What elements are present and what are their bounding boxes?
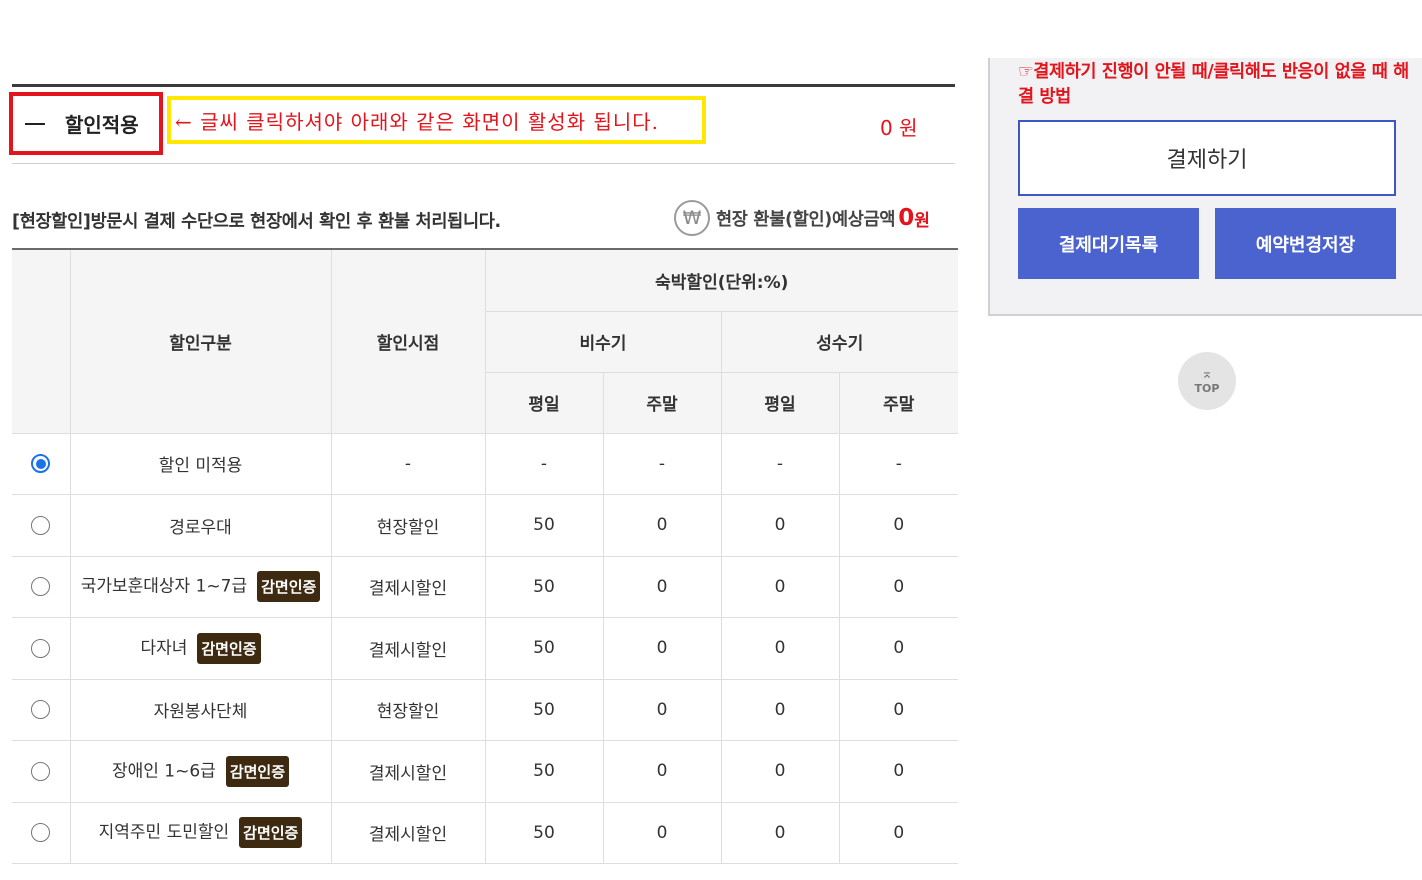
divider: [12, 163, 955, 164]
rate-peak-weekend: 0: [839, 494, 959, 557]
discount-timing: 결제시할인: [331, 740, 486, 803]
discount-table: 할인구분 할인시점 숙박할인(단위:%) 비수기 성수기 평일 주말 평일 주말…: [12, 250, 959, 864]
rate-off-weekday: 50: [485, 802, 604, 864]
reduction-cert-badge[interactable]: 감면인증: [257, 571, 321, 603]
table-row[interactable]: 국가보훈대상자 1~7급 감면인증 결제시할인 50 0 0 0: [12, 556, 959, 618]
header-off-weekend: 주말: [603, 372, 722, 434]
discount-timing: -: [331, 433, 486, 495]
reduction-cert-badge[interactable]: 감면인증: [197, 632, 261, 664]
rate-off-weekday: 50: [485, 556, 604, 618]
discount-name: 다자녀: [140, 638, 188, 659]
rate-off-weekday: 50: [485, 679, 604, 741]
discount-radio[interactable]: [31, 638, 51, 658]
discount-name: 할인 미적용: [70, 433, 332, 495]
won-icon: ₩: [674, 200, 710, 236]
table-row[interactable]: 경로우대 현장할인 50 0 0 0: [12, 494, 959, 557]
header-peak-season: 성수기: [721, 311, 959, 373]
header-peak-weekday: 평일: [721, 372, 840, 434]
reduction-cert-badge[interactable]: 감면인증: [239, 817, 303, 849]
header-discount-type: 할인구분: [70, 250, 332, 434]
rate-off-weekend: 0: [603, 494, 722, 557]
rate-off-weekend: 0: [603, 679, 722, 741]
top-label: TOP: [1194, 381, 1220, 395]
discount-name: 국가보훈대상자 1~7급: [80, 576, 248, 597]
rate-peak-weekday: -: [721, 433, 840, 495]
discount-name: 지역주민 도민할인: [98, 822, 230, 843]
rate-off-weekday: 50: [485, 617, 604, 680]
rate-peak-weekend: 0: [839, 679, 959, 741]
rate-off-weekend: 0: [603, 556, 722, 618]
discount-timing: 결제시할인: [331, 556, 486, 618]
section-top-rule: [12, 84, 955, 87]
table-row[interactable]: 장애인 1~6급 감면인증 결제시할인 50 0 0 0: [12, 740, 959, 803]
reduction-cert-badge[interactable]: 감면인증: [225, 755, 290, 787]
table-row[interactable]: 다자녀 감면인증 결제시할인 50 0 0 0: [12, 617, 959, 680]
discount-timing: 현장할인: [331, 494, 486, 557]
discount-price: 0 원: [880, 116, 918, 140]
discount-name: 자원봉사단체: [70, 679, 332, 741]
table-row[interactable]: 할인 미적용 - - - - -: [12, 433, 959, 495]
rate-off-weekday: 50: [485, 494, 604, 557]
discount-radio[interactable]: [31, 761, 51, 781]
payment-help-link[interactable]: ☞결제하기 진행이 안될 때/클릭해도 반응이 없을 때 해결 방법: [1018, 60, 1413, 110]
discount-timing: 결제시할인: [331, 617, 486, 680]
rate-peak-weekend: 0: [839, 556, 959, 618]
rate-off-weekend: 0: [603, 740, 722, 803]
scroll-top-button[interactable]: ⌅ TOP: [1178, 352, 1236, 410]
annotation-text: ← 글씨 클릭하셔야 아래와 같은 화면이 활성화 됩니다.: [175, 109, 660, 134]
rate-peak-weekday: 0: [721, 802, 840, 864]
rate-peak-weekend: 0: [839, 740, 959, 803]
header-select: [12, 250, 71, 434]
collapse-dash-icon: [25, 122, 45, 125]
rate-peak-weekday: 0: [721, 494, 840, 557]
rate-peak-weekday: 0: [721, 679, 840, 741]
rate-peak-weekday: 0: [721, 556, 840, 618]
rate-off-weekend: 0: [603, 802, 722, 864]
refund-label: 현장 환불(할인)예상금액: [716, 209, 896, 230]
discount-apply-toggle[interactable]: 할인적용: [9, 92, 163, 155]
discount-radio[interactable]: [31, 700, 51, 720]
table-row[interactable]: 지역주민 도민할인 감면인증 결제시할인 50 0 0 0: [12, 802, 959, 864]
discount-radio-selected[interactable]: [31, 454, 51, 474]
payment-wait-list-button[interactable]: 결제대기목록: [1018, 208, 1199, 279]
onsite-discount-note: [현장할인]방문시 결제 수단으로 현장에서 확인 후 환불 처리됩니다.: [12, 212, 501, 232]
header-off-season: 비수기: [485, 311, 722, 373]
discount-timing: 현장할인: [331, 679, 486, 741]
discount-apply-label: 할인적용: [65, 113, 139, 137]
annotation-box: ← 글씨 클릭하셔야 아래와 같은 화면이 활성화 됩니다.: [167, 96, 706, 144]
header-off-weekday: 평일: [485, 372, 604, 434]
arrow-up-icon: ⌅: [1201, 365, 1213, 382]
header-discount-timing: 할인시점: [331, 250, 486, 434]
discount-radio[interactable]: [31, 515, 51, 535]
refund-value: 0: [898, 205, 915, 231]
rate-off-weekend: 0: [603, 617, 722, 680]
rate-off-weekday: 50: [485, 740, 604, 803]
refund-estimate: ₩ 현장 환불(할인)예상금액 0 원: [674, 200, 930, 236]
discount-radio[interactable]: [31, 577, 51, 597]
rate-peak-weekday: 0: [721, 617, 840, 680]
discount-timing: 결제시할인: [331, 802, 486, 864]
rate-peak-weekend: 0: [839, 802, 959, 864]
header-peak-weekend: 주말: [839, 372, 959, 434]
rate-off-weekend: -: [603, 433, 722, 495]
header-lodging-discount: 숙박할인(단위:%): [485, 250, 959, 312]
table-row[interactable]: 자원봉사단체 현장할인 50 0 0 0: [12, 679, 959, 741]
rate-peak-weekday: 0: [721, 740, 840, 803]
rate-peak-weekend: 0: [839, 617, 959, 680]
discount-name: 경로우대: [70, 494, 332, 557]
refund-unit: 원: [914, 210, 930, 231]
save-reservation-change-button[interactable]: 예약변경저장: [1215, 208, 1396, 279]
rate-off-weekday: -: [485, 433, 604, 495]
discount-name: 장애인 1~6급: [111, 761, 216, 782]
pay-button[interactable]: 결제하기: [1018, 120, 1396, 196]
discount-radio[interactable]: [31, 823, 51, 843]
rate-peak-weekend: -: [839, 433, 959, 495]
